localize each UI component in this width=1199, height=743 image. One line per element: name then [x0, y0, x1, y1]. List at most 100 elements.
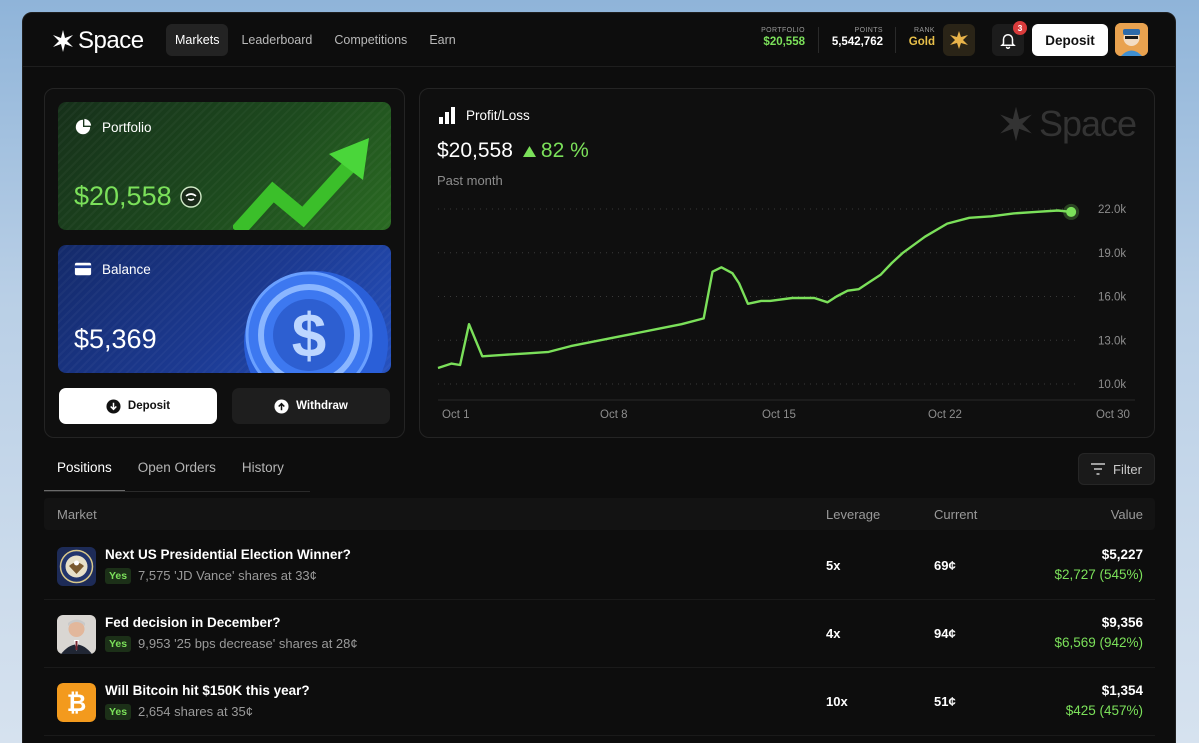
position-description: 2,654 shares at 35¢ [138, 704, 253, 719]
tabs-underline [44, 491, 310, 492]
tab-history[interactable]: History [229, 453, 297, 492]
leverage-value: 4x [826, 626, 841, 641]
rank-stat: RANK Gold [901, 27, 935, 48]
current-price: 94¢ [934, 626, 956, 641]
col-market[interactable]: Market [57, 507, 97, 522]
deposit-button[interactable]: Deposit [59, 388, 217, 424]
points-stat-value: 5,542,762 [831, 36, 883, 48]
nav-markets[interactable]: Markets [166, 24, 229, 56]
balance-title-text: Balance [102, 261, 151, 277]
col-value[interactable]: Value [1111, 507, 1143, 522]
leverage-value: 10x [826, 694, 848, 709]
portfolio-value: $20,558 [74, 181, 202, 212]
main-nav: Markets Leaderboard Competitions Earn [166, 24, 465, 56]
balance-value-text: $5,369 [74, 324, 157, 354]
tab-open-orders[interactable]: Open Orders [125, 453, 229, 492]
user-avatar[interactable] [1115, 23, 1148, 56]
current-price: 69¢ [934, 558, 956, 573]
x-tick-label: Oct 1 [442, 409, 469, 421]
y-tick-label: 19.0k [1098, 248, 1126, 260]
gold-rank-icon [950, 31, 968, 49]
portfolio-stat-value: $20,558 [763, 36, 805, 48]
profit-loss-panel: Profit/Loss $20,558 82 % Past month Spac… [419, 88, 1155, 438]
fed-chair-portrait-icon [57, 615, 96, 654]
logo-text: Space [78, 27, 144, 54]
y-tick-label: 16.0k [1098, 292, 1126, 304]
presidential-seal-icon [57, 547, 96, 586]
balance-card-title: Balance [74, 261, 151, 277]
market-question[interactable]: Fed decision in December? [105, 615, 281, 630]
portfolio-title-text: Portfolio [102, 119, 152, 135]
stat-divider [818, 27, 819, 53]
nav-competitions[interactable]: Competitions [325, 24, 416, 56]
positions-tabs: Positions Open Orders History [44, 453, 297, 492]
rank-stat-value: Gold [908, 36, 935, 48]
bell-icon [1000, 34, 1016, 49]
deposit-button-label: Deposit [127, 400, 171, 412]
position-gain: $425 (457%) [1065, 703, 1143, 718]
trend-up-arrow-graphic [233, 138, 369, 230]
portfolio-card-title: Portfolio [74, 118, 152, 136]
x-tick-label: Oct 30 [1096, 409, 1130, 421]
rank-badge[interactable] [943, 24, 975, 56]
usd-coin-graphic: $ [244, 271, 388, 373]
tab-positions[interactable]: Positions [44, 453, 125, 492]
position-value: $9,356 [1101, 615, 1143, 630]
y-tick-label: 22.0k [1098, 204, 1126, 216]
space-star-icon [53, 30, 73, 52]
portfolio-stat: PORTFOLIO $20,558 [753, 27, 805, 48]
current-price: 51¢ [934, 694, 956, 709]
col-leverage[interactable]: Leverage [826, 507, 880, 522]
position-description: 7,575 'JD Vance' shares at 33¢ [138, 568, 317, 583]
portfolio-info-icon[interactable] [179, 185, 202, 208]
nav-earn[interactable]: Earn [420, 24, 464, 56]
app-window: Space Markets Leaderboard Competitions E… [22, 12, 1176, 743]
space-logo[interactable]: Space [51, 27, 144, 55]
points-stat-label: POINTS [854, 27, 883, 34]
nav-leaderboard[interactable]: Leaderboard [232, 24, 321, 56]
pie-chart-icon [75, 118, 92, 135]
position-value: $1,354 [1101, 683, 1143, 698]
end-point-marker[interactable] [1066, 206, 1077, 217]
leverage-value: 5x [826, 558, 841, 573]
outcome-badge: Yes [105, 636, 132, 652]
table-header: Market Leverage Current Value [44, 498, 1155, 530]
position-gain: $6,569 (942%) [1054, 635, 1143, 650]
svg-text:$: $ [292, 302, 326, 371]
y-tick-label: 10.0k [1098, 379, 1126, 391]
withdraw-button[interactable]: Withdraw [232, 388, 390, 424]
market-question[interactable]: Next US Presidential Election Winner? [105, 547, 351, 562]
filter-label: Filter [1113, 461, 1142, 477]
stat-divider [895, 27, 896, 53]
market-question[interactable]: Will Bitcoin hit $150K this year? [105, 683, 310, 698]
portfolio-stat-label: PORTFOLIO [761, 27, 805, 34]
y-tick-label: 13.0k [1098, 335, 1126, 347]
table-row[interactable]: Next US Presidential Election Winner? Ye… [44, 532, 1155, 600]
col-current[interactable]: Current [934, 507, 977, 522]
position-gain: $2,727 (545%) [1054, 567, 1143, 582]
portfolio-value-text: $20,558 [74, 181, 172, 211]
rank-stat-label: RANK [913, 27, 935, 34]
header-deposit-button[interactable]: Deposit [1032, 24, 1108, 56]
arrow-down-circle-icon [106, 398, 121, 414]
outcome-badge: Yes [105, 704, 132, 720]
balance-value: $5,369 [74, 324, 157, 355]
notification-count-badge: 3 [1013, 21, 1027, 35]
table-row[interactable]: Fed decision in December? Yes 9,953 '25 … [44, 600, 1155, 668]
portfolio-card[interactable]: Portfolio $20,558 [58, 102, 391, 230]
filter-icon [1091, 463, 1106, 475]
balance-card[interactable]: Balance $5,369 $ [58, 245, 391, 373]
withdraw-button-label: Withdraw [296, 400, 348, 412]
position-description: 9,953 '25 bps decrease' shares at 28¢ [138, 636, 358, 651]
wallet-icon [74, 262, 92, 276]
top-navigation-bar: Space Markets Leaderboard Competitions E… [23, 13, 1175, 67]
x-tick-label: Oct 15 [762, 409, 796, 421]
filter-button[interactable]: Filter [1078, 453, 1155, 485]
pnl-line-chart: 22.0k 19.0k 16.0k 13.0k 10.0k Oct 1 Oct 8 Oct 1… [437, 203, 1135, 421]
outcome-badge: Yes [105, 568, 132, 584]
svg-text:₿: ₿ [67, 690, 87, 717]
table-row[interactable]: ₿ Will Bitcoin hit $150K this year? Yes … [44, 668, 1155, 736]
bitcoin-icon: ₿ [57, 683, 96, 722]
points-stat: POINTS 5,542,762 [823, 27, 883, 48]
x-tick-label: Oct 8 [600, 409, 627, 421]
